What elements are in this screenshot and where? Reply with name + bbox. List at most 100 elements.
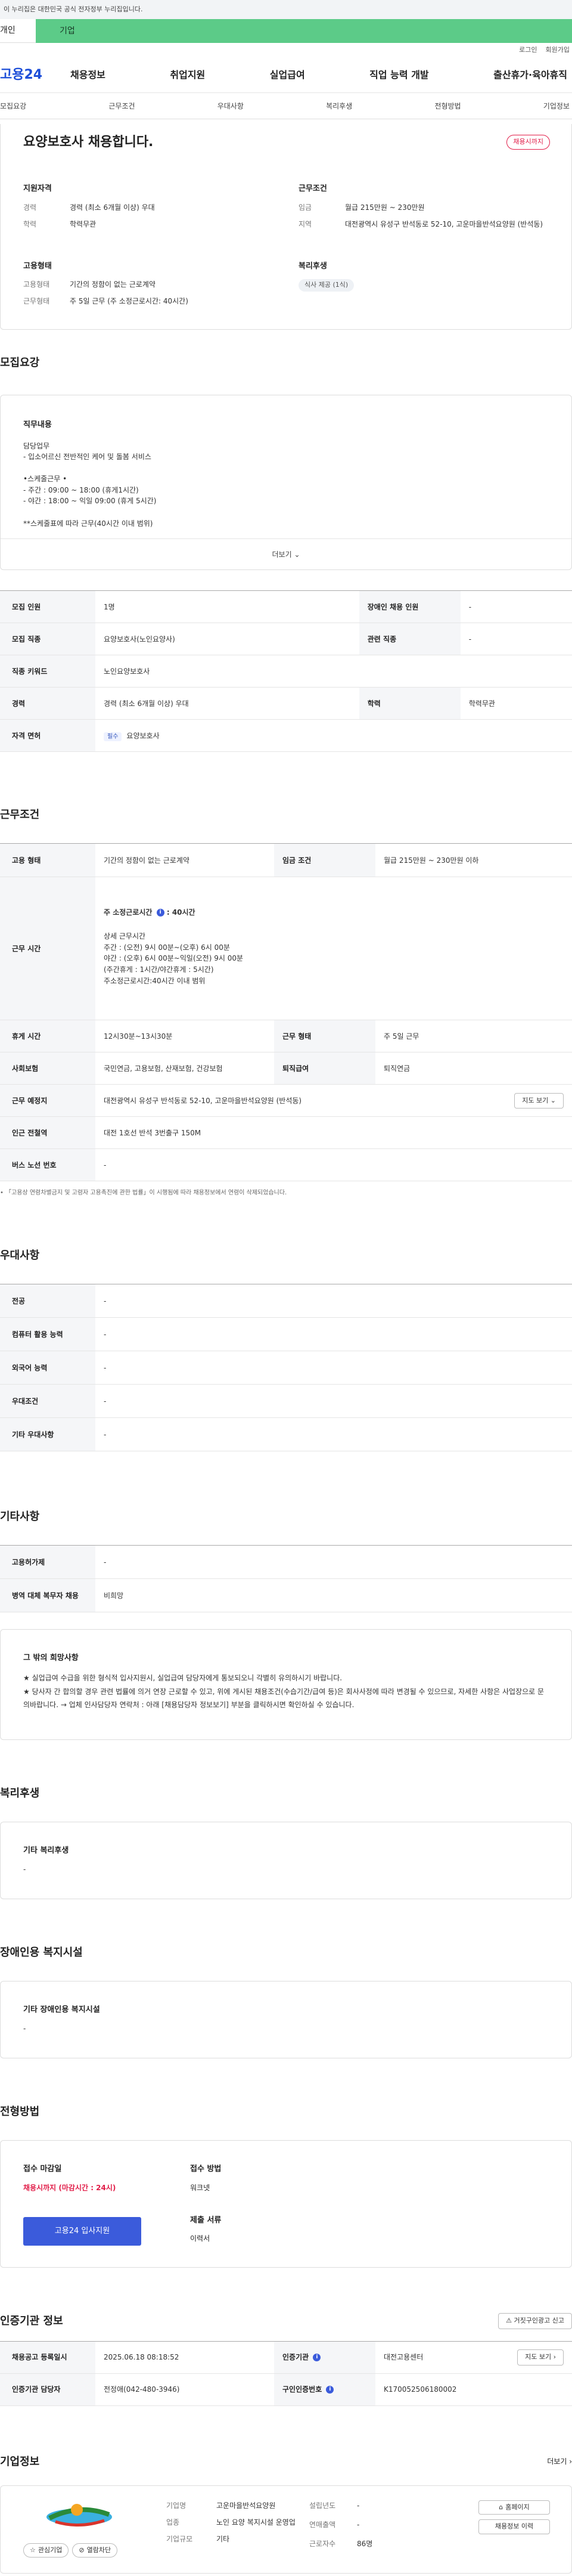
section-title-etc: 기타사항 [0,1510,40,1524]
disab-section: 장애인용 복지시설 기타 장애인용 복지시설 - [0,1945,572,2059]
anchor-tabs: 모집요강 근무조건 우대사항 복리후생 전형방법 기업정보 [0,93,572,119]
cert-map-button[interactable]: 지도 보기 › [517,2349,564,2366]
homepage-button[interactable]: ⌂ 홈페이지 [478,2500,550,2515]
table-row: 고용허가제 - [0,1545,572,1580]
table-row: 근무 예정지 대전광역시 유성구 반석동로 52-10, 고운마을반석요양원 (반… [0,1084,572,1117]
etc-box: 그 밖의 희망사항 ★ 실업급여 수급을 위한 형식적 입사지원시, 실업급여 … [0,1629,572,1741]
table-row: 우대조건 - [0,1384,572,1419]
qualification-block: 지원자격 경력 경력 (최소 6개월 이상) 우대 학력 학력무관 [23,184,155,228]
table-row: 전공 - [0,1284,572,1318]
star-icon: ☆ [30,2546,36,2554]
table-row: 컴퓨터 활용 능력 - [0,1317,572,1352]
tab-work[interactable]: 근무조건 [108,101,135,112]
table-row: 기타 우대사항 - [0,1417,572,1452]
recruit-section: 모집요강 직무내용 담당업무 - 입소어르신 전반적인 케어 및 돌봄 서비스 … [0,355,572,753]
section-title-welfare: 복리후생 [0,1787,40,1800]
hours-detail: 상세 근무시간 주간 : (오전) 9시 00분~(오후) 6시 00분 야간 … [104,932,244,985]
duty-more-button[interactable]: 더보기 ⌄ [1,538,571,569]
company-more-link[interactable]: 더보기 › [547,2456,572,2467]
table-row: 인증기관 담당자 전정애(042-480-3946) 구인인증번호 i K170052… [0,2373,572,2406]
job-history-button[interactable]: 채용정보 이력 [478,2519,550,2534]
table-row: 인근 전철역 대전 1호선 반석 3번출구 150M [0,1116,572,1150]
table-row: 근무 시간 주 소정근로시간 i : 40시간 상세 근무시간 주간 : (오전… [0,877,572,1021]
section-title-company: 기업정보 [0,2455,40,2468]
welfare-block: 복리후생 식사 제공 (1식) [299,261,550,313]
section-title-cert: 인증기관 정보 [0,2314,63,2327]
segment-personal[interactable]: 개인 [0,19,36,43]
etc-table: 고용허가제 - 병역 대체 복무자 채용 비희망 [0,1545,572,1613]
etc-section: 기타사항 고용허가제 - 병역 대체 복무자 채용 비희망 그 밖의 희망사항 ★ … [0,1509,572,1741]
join-link[interactable]: 회원가입 [546,45,570,55]
work-map-button[interactable]: 지도 보기 ⌄ [514,1092,564,1109]
table-row: 고용 형태 기간의 정함이 없는 근로계약 임금 조건 월급 215만원 ~ 230만… [0,843,572,878]
work-table: 고용 형태 기간의 정함이 없는 근로계약 임금 조건 월급 215만원 ~ 230만… [0,843,572,1182]
etc-box-text: ★ 실업급여 수급을 위한 형식적 입사지원시, 실업급여 담당자에게 통보되오… [23,1673,545,1710]
table-row: 자격 면허 필수 요양보호사 [0,719,572,753]
alert-icon: ⚠ [506,2317,512,2325]
table-row: 사회보험 국민연금, 고용보험, 산재보험, 건강보험 퇴직급여 퇴직연금 [0,1052,572,1085]
section-title-disab: 장애인용 복지시설 [0,1946,83,1959]
deadline-badge: 채용시까지 [506,135,550,150]
gov-banner: 이 누리집은 대한민국 공식 전자정부 누리집입니다. [0,0,572,19]
info-icon[interactable]: i [313,2354,321,2362]
table-row: 휴게 시간 12시30분~13시30분 근무 형태 주 5일 근무 [0,1020,572,1053]
login-link[interactable]: 로그인 [519,45,537,55]
gnb-item-support[interactable]: 취업지원 [170,68,205,82]
work-section: 근무조건 고용 형태 기간의 정함이 없는 근로계약 임금 조건 월급 215만원 ~… [0,807,572,1197]
cert-section: 인증기관 정보 ⚠ 거짓구인광고 신고 채용공고 등록일시 2025.06.18 … [0,2313,572,2406]
company-section: 기업정보 더보기 › ☆ 관심기업 ⊘ 열람차단 기업명 고운마을반석요양원 업종 노인… [0,2454,572,2576]
required-tag: 필수 [104,732,122,741]
tab-welfare[interactable]: 복리후생 [326,101,352,112]
info-icon[interactable]: i [326,2386,334,2394]
cert-table: 채용공고 등록일시 2025.06.18 08:18:52 인증기관 i 대전고용센터… [0,2340,572,2406]
age-note: • 「고용상 연령차별금지 및 고령자 고용촉진에 관한 법률」이 시행됨에 따… [0,1190,287,1197]
global-nav: 고용24 채용정보 취업지원 실업급여 직업 능력 개발 출산휴가·육아휴직 [0,57,572,93]
deadline-value: 채용시까지 (마감시간 : 24시) [23,2183,116,2192]
disab-box: 기타 장애인용 복지시설 - [0,1981,572,2059]
interest-company-button[interactable]: ☆ 관심기업 [23,2543,69,2558]
gnb-item-benefit[interactable]: 실업급여 [270,68,305,82]
home-icon: ⌂ [499,2503,503,2511]
utility-bar: 로그인 회원가입 [0,43,572,57]
segment-corporate[interactable]: 기업 [36,19,572,43]
table-row: 외국어 능력 - [0,1351,572,1385]
company-logo-image [38,2500,121,2530]
duty-box: 직무내용 담당업무 - 입소어르신 전반적인 케어 및 돌봄 서비스 •스케줄근… [0,395,572,571]
apply-button[interactable]: 고용24 입사지원 [23,2216,141,2246]
employment-block: 고용형태 고용형태 기간의 정함이 없는 근로계약 근무형태 주 5일 근무 (주 … [23,261,188,306]
welfare-box: 기타 복리후생 - [0,1822,572,1900]
process-box: 접수 마감일 채용시까지 (마감시간 : 24시) 고용24 입사지원 접수 방… [0,2140,572,2268]
block-icon: ⊘ [79,2546,85,2554]
gnb-item-jobs[interactable]: 채용정보 [70,68,105,82]
pref-section: 우대사항 전공 - 컴퓨터 활용 능력 - 외국어 능력 - 우대조건 - 기타 우대사… [0,1247,572,1452]
tab-company[interactable]: 기업정보 [543,101,570,112]
site-logo[interactable]: 고용24 [0,65,70,85]
gov-banner-text: 이 누리집은 대한민국 공식 전자정부 누리집입니다. [4,5,143,13]
tab-pref[interactable]: 우대사항 [217,101,244,112]
job-summary-card: 요양보호사 채용합니다. 채용시까지 지원자격 경력 경력 (최소 6개월 이상)… [0,124,572,330]
section-title-process: 전형방법 [0,2106,40,2119]
table-row: 버스 노선 번호 - [0,1148,572,1182]
table-row: 모집 직종 요양보호사(노인요양사) 관련 직종 - [0,623,572,656]
info-icon[interactable]: i [156,909,164,917]
block-view-button[interactable]: ⊘ 열람차단 [72,2543,118,2558]
table-row: 병역 대체 복무자 채용 비희망 [0,1578,572,1613]
report-fake-ad-button[interactable]: ⚠ 거짓구인광고 신고 [498,2313,572,2329]
work-condition-block: 근무조건 임금 월급 215만원 ~ 230만원 지역 대전광역시 유성구 반석동로… [299,184,543,228]
tab-process[interactable]: 전형방법 [434,101,461,112]
user-segment-tabs: 개인 기업 [0,19,572,43]
tab-recruit[interactable]: 모집요강 [0,101,26,112]
section-title-recruit: 모집요강 [0,357,40,369]
welfare-section: 복리후생 기타 복리후생 - [0,1785,572,1900]
welfare-chip: 식사 제공 (1식) [299,279,355,292]
gnb-item-training[interactable]: 직업 능력 개발 [369,68,428,82]
table-row: 모집 인원 1명 장애인 채용 인원 - [0,590,572,624]
table-row: 직종 키워드 노인요양보호사 [0,655,572,688]
gnb-item-leave[interactable]: 출산휴가·육아휴직 [493,68,567,82]
job-title: 요양보호사 채용합니다. [23,135,154,150]
table-row: 경력 경력 (최소 6개월 이상) 우대 학력 학력무관 [0,687,572,720]
section-title-work: 근무조건 [0,809,40,822]
process-section: 전형방법 접수 마감일 채용시까지 (마감시간 : 24시) 고용24 입사지원… [0,2104,572,2268]
table-row: 채용공고 등록일시 2025.06.18 08:18:52 인증기관 i 대전고용센터… [0,2340,572,2374]
recruit-table: 모집 인원 1명 장애인 채용 인원 - 모집 직종 요양보호사(노인요양사) 관련 직종… [0,590,572,753]
